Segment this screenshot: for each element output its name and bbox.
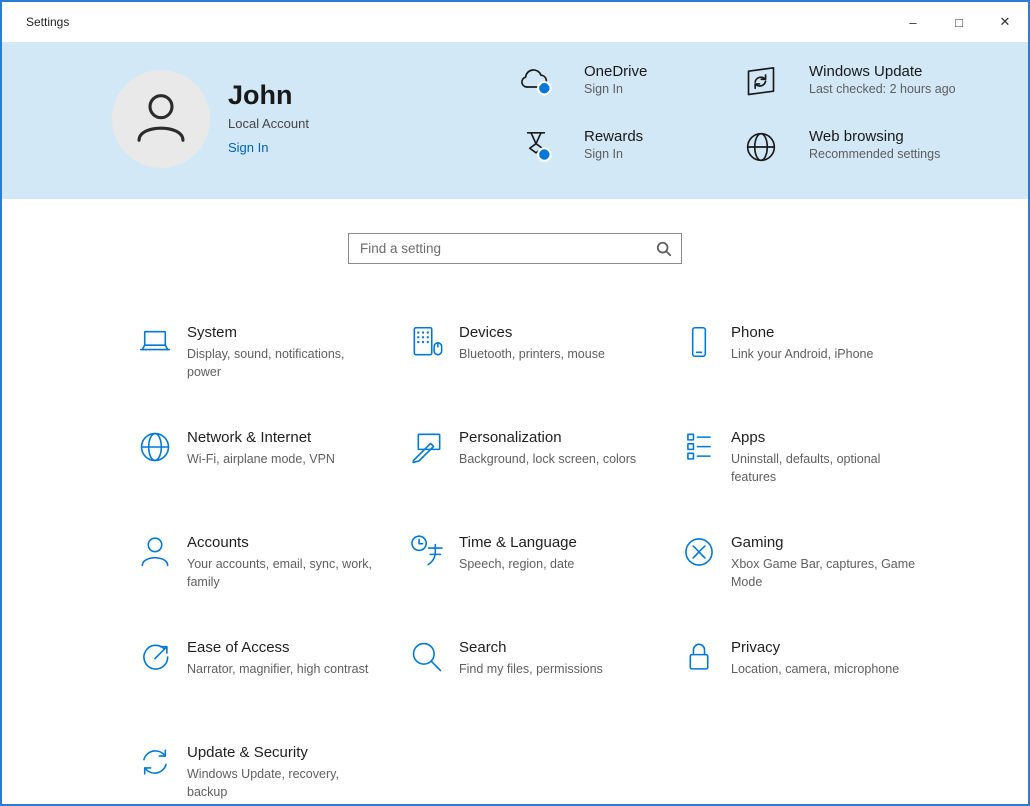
category-subtitle: Display, sound, notifications, power xyxy=(187,347,345,379)
windows-update-icon xyxy=(741,62,781,102)
account-header: John Local Account Sign In OneDrive Sign… xyxy=(2,42,1028,199)
category-title: Phone xyxy=(731,324,775,341)
search-row xyxy=(2,199,1028,264)
category-subtitle: Xbox Game Bar, captures, Game Mode xyxy=(731,557,916,589)
quicklink-rewards[interactable]: Rewards Sign In xyxy=(516,127,647,192)
ease-of-access-icon xyxy=(136,638,174,676)
category-tile-privacy[interactable]: Privacy Location, camera, microphone xyxy=(680,637,952,709)
category-subtitle: Find my files, permissions xyxy=(459,662,603,676)
category-tile-ease-of-access[interactable]: Ease of Access Narrator, magnifier, high… xyxy=(136,637,408,709)
quicklink-subtitle: Last checked: 2 hours ago xyxy=(809,82,956,96)
category-tile-search[interactable]: Search Find my files, permissions xyxy=(408,637,680,709)
category-subtitle: Wi-Fi, airplane mode, VPN xyxy=(187,452,335,466)
quicklink-onedrive[interactable]: OneDrive Sign In xyxy=(516,62,647,127)
search-category-icon xyxy=(408,638,446,676)
close-button[interactable]: ✕ xyxy=(982,2,1028,42)
quicklink-windows-update[interactable]: Windows Update Last checked: 2 hours ago xyxy=(741,62,956,127)
quicklink-subtitle: Sign In xyxy=(584,82,623,96)
account-type-label: Local Account xyxy=(228,116,309,132)
titlebar: Settings – □ ✕ xyxy=(2,2,1028,42)
person-icon xyxy=(130,86,192,153)
quicklink-subtitle: Recommended settings xyxy=(809,147,941,161)
category-tile-update-security[interactable]: Update & Security Windows Update, recove… xyxy=(136,742,408,804)
quicklink-web-browsing[interactable]: Web browsing Recommended settings xyxy=(741,127,956,192)
category-title: Devices xyxy=(459,324,513,341)
category-tile-apps[interactable]: Apps Uninstall, defaults, optional featu… xyxy=(680,427,952,499)
quicklink-title: Windows Update xyxy=(809,63,923,80)
avatar[interactable] xyxy=(112,70,210,168)
personalization-icon xyxy=(408,428,446,466)
category-subtitle: Uninstall, defaults, optional features xyxy=(731,452,881,484)
window-title: Settings xyxy=(26,15,70,29)
category-title: Ease of Access xyxy=(187,639,290,656)
quicklink-subtitle: Sign In xyxy=(584,147,623,161)
system-icon xyxy=(136,323,174,361)
quicklink-title: OneDrive xyxy=(584,63,648,80)
accounts-icon xyxy=(136,533,174,571)
rewards-icon xyxy=(516,127,556,167)
search-input[interactable] xyxy=(349,234,681,263)
settings-home: System Display, sound, notifications, po… xyxy=(2,199,1028,804)
category-title: Apps xyxy=(731,429,766,446)
category-tile-accounts[interactable]: Accounts Your accounts, email, sync, wor… xyxy=(136,532,408,604)
maximize-button[interactable]: □ xyxy=(936,2,982,42)
gaming-icon xyxy=(680,533,718,571)
window-controls: – □ ✕ xyxy=(890,2,1028,42)
category-subtitle: Location, camera, microphone xyxy=(731,662,900,676)
category-subtitle: Speech, region, date xyxy=(459,557,575,571)
user-text: John Local Account Sign In xyxy=(228,79,309,157)
user-block: John Local Account Sign In xyxy=(112,70,309,168)
category-subtitle: Narrator, magnifier, high contrast xyxy=(187,662,369,676)
category-title: System xyxy=(187,324,238,341)
category-subtitle: Link your Android, iPhone xyxy=(731,347,874,361)
settings-window: Settings – □ ✕ John Local Account Sign I… xyxy=(0,0,1030,806)
search-box xyxy=(348,233,682,264)
sign-in-link[interactable]: Sign In xyxy=(228,140,268,155)
category-subtitle: Bluetooth, printers, mouse xyxy=(459,347,605,361)
search-icon[interactable] xyxy=(656,241,672,257)
phone-icon xyxy=(680,323,718,361)
category-tile-time-language[interactable]: Time & Language Speech, region, date xyxy=(408,532,680,604)
category-title: Network & Internet xyxy=(187,429,312,446)
category-title: Privacy xyxy=(731,639,781,656)
category-title: Update & Security xyxy=(187,744,308,761)
apps-icon xyxy=(680,428,718,466)
category-title: Gaming xyxy=(731,534,784,551)
minimize-button[interactable]: – xyxy=(890,2,936,42)
quick-links-column-1: OneDrive Sign In Rewards Sign In xyxy=(516,62,647,192)
globe-icon xyxy=(741,127,781,167)
category-title: Personalization xyxy=(459,429,562,446)
category-title: Search xyxy=(459,639,507,656)
category-subtitle: Windows Update, recovery, backup xyxy=(187,767,339,799)
category-subtitle: Your accounts, email, sync, work, family xyxy=(187,557,373,589)
update-security-icon xyxy=(136,743,174,781)
quicklink-title: Rewards xyxy=(584,128,644,145)
category-tile-personalization[interactable]: Personalization Background, lock screen,… xyxy=(408,427,680,499)
category-tile-phone[interactable]: Phone Link your Android, iPhone xyxy=(680,322,952,394)
user-name: John xyxy=(228,79,293,110)
privacy-icon xyxy=(680,638,718,676)
quicklink-title: Web browsing xyxy=(809,128,904,145)
onedrive-cloud-icon xyxy=(516,62,556,102)
category-title: Time & Language xyxy=(459,534,577,551)
category-tile-gaming[interactable]: Gaming Xbox Game Bar, captures, Game Mod… xyxy=(680,532,952,604)
category-tile-devices[interactable]: Devices Bluetooth, printers, mouse xyxy=(408,322,680,394)
time-language-icon xyxy=(408,533,446,571)
network-internet-icon xyxy=(136,428,174,466)
category-title: Accounts xyxy=(187,534,249,551)
category-subtitle: Background, lock screen, colors xyxy=(459,452,637,466)
quick-links-column-2: Windows Update Last checked: 2 hours ago… xyxy=(741,62,956,192)
category-tile-system[interactable]: System Display, sound, notifications, po… xyxy=(136,322,408,394)
category-tile-network[interactable]: Network & Internet Wi-Fi, airplane mode,… xyxy=(136,427,408,499)
devices-icon xyxy=(408,323,446,361)
categories-grid: System Display, sound, notifications, po… xyxy=(136,322,1028,804)
